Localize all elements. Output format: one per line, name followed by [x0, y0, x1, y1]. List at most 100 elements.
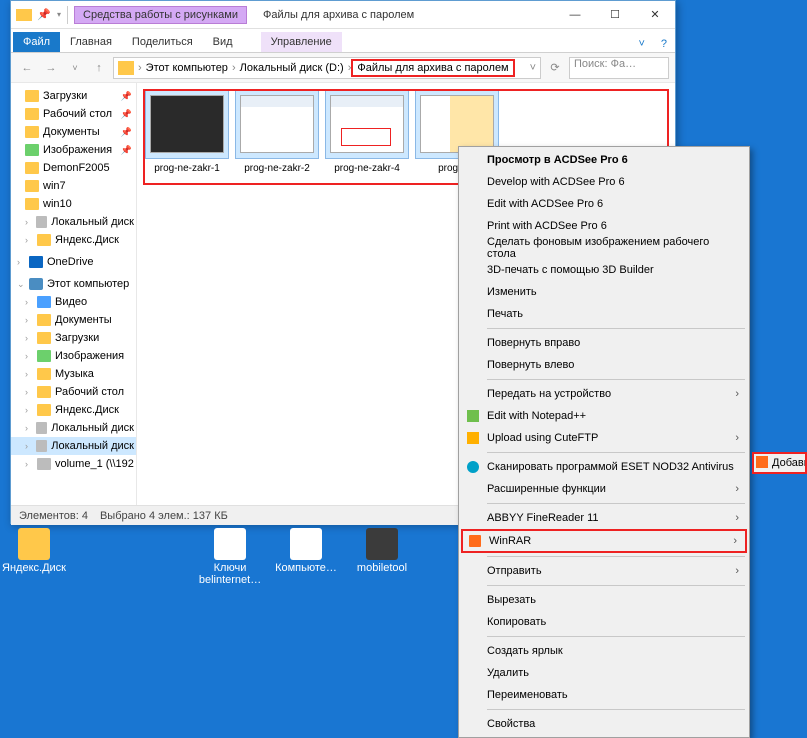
- chevron-right-icon: ›: [735, 388, 739, 400]
- forward-button[interactable]: →: [41, 58, 61, 78]
- ctx-rename[interactable]: Переименовать: [461, 684, 747, 706]
- back-button[interactable]: ←: [17, 58, 37, 78]
- close-button[interactable]: ✕: [635, 1, 675, 29]
- status-selected: Выбрано 4 элем.: 137 КБ: [100, 510, 228, 522]
- tree-desktop2[interactable]: ›Рабочий стол: [11, 383, 136, 401]
- tree-demon[interactable]: DemonF2005: [11, 159, 136, 177]
- eset-icon: [467, 461, 479, 473]
- ribbon-expand-icon[interactable]: ˅: [630, 36, 652, 52]
- tab-view[interactable]: Вид: [203, 32, 243, 52]
- address-bar: ← → ˅ ↑ › Этот компьютер › Локальный дис…: [11, 53, 675, 83]
- ribbon-tabs: Файл Главная Поделиться Вид Управление ˅…: [11, 29, 675, 53]
- notepadpp-icon: [467, 410, 479, 422]
- tree-documents2[interactable]: ›Документы: [11, 311, 136, 329]
- chevron-right-icon: ›: [735, 512, 739, 524]
- tree-thispc[interactable]: ⌄Этот компьютер: [11, 275, 136, 293]
- tree-localdisk[interactable]: ›Локальный диск: [11, 213, 136, 231]
- tree-pictures2[interactable]: ›Изображения: [11, 347, 136, 365]
- ctx-wallpaper[interactable]: Сделать фоновым изображением рабочего ст…: [461, 237, 747, 259]
- ctx-notepadpp[interactable]: Edit with Notepad++: [461, 405, 747, 427]
- ctx-cast[interactable]: Передать на устройство›: [461, 383, 747, 405]
- titlebar: 📌 ▾ Средства работы с рисунками Файлы дл…: [11, 1, 675, 29]
- chevron-right-icon: ›: [735, 565, 739, 577]
- cuteftp-icon: [467, 432, 479, 444]
- help-icon[interactable]: ?: [653, 36, 675, 52]
- ctx-shortcut[interactable]: Создать ярлык: [461, 640, 747, 662]
- tree-yandex2[interactable]: ›Яндекс.Диск: [11, 401, 136, 419]
- crumb-disk[interactable]: Локальный диск (D:): [236, 62, 348, 74]
- tree-downloads2[interactable]: ›Загрузки: [11, 329, 136, 347]
- refresh-button[interactable]: ⟳: [545, 58, 565, 78]
- ctx-print[interactable]: Печать: [461, 303, 747, 325]
- desktop-icons: Яндекс.Диск Ключи belinternet… Компьюте……: [6, 528, 410, 586]
- ctx-develop-acdsee[interactable]: Develop with ACDSee Pro 6: [461, 171, 747, 193]
- chevron-right-icon: ›: [733, 535, 737, 547]
- tree-localdisk3[interactable]: ›Локальный диск: [11, 437, 136, 455]
- ctx-ext-funcs[interactable]: Расширенные функции›: [461, 478, 747, 500]
- ctx-properties[interactable]: Свойства: [461, 713, 747, 735]
- qat-dropdown-icon[interactable]: ▾: [55, 10, 61, 19]
- up-button[interactable]: ↑: [89, 58, 109, 78]
- maximize-button[interactable]: ☐: [595, 1, 635, 29]
- window-title: Файлы для архива с паролем: [251, 9, 414, 21]
- desktop-icon-keys[interactable]: Ключи belinternet…: [202, 528, 258, 586]
- tree-win10[interactable]: win10: [11, 195, 136, 213]
- tab-file[interactable]: Файл: [13, 32, 60, 52]
- desktop-icon-computers[interactable]: Компьюте…: [278, 528, 334, 586]
- tab-share[interactable]: Поделиться: [122, 32, 203, 52]
- contextual-tab-label: Средства работы с рисунками: [74, 6, 247, 24]
- tree-localdisk2[interactable]: ›Локальный диск: [11, 419, 136, 437]
- tree-music[interactable]: ›Музыка: [11, 365, 136, 383]
- tree-pictures[interactable]: Изображения📌: [11, 141, 136, 159]
- qat-pin-icon[interactable]: 📌: [35, 6, 53, 24]
- desktop-icon-yandex[interactable]: Яндекс.Диск: [6, 528, 62, 586]
- ctx-rotate-right[interactable]: Повернуть вправо: [461, 332, 747, 354]
- crumb-pc[interactable]: Этот компьютер: [142, 62, 232, 74]
- ctx-view-acdsee[interactable]: Просмотр в ACDSee Pro 6: [461, 149, 747, 171]
- winrar-submenu-item[interactable]: Добави: [752, 452, 807, 474]
- crumb-current[interactable]: Файлы для архива с паролем: [351, 59, 514, 77]
- file-item-1[interactable]: prog-ne-zakr-1: [143, 89, 231, 174]
- tab-home[interactable]: Главная: [60, 32, 122, 52]
- folder-icon[interactable]: [15, 6, 33, 24]
- ctx-eset[interactable]: Сканировать программой ESET NOD32 Antivi…: [461, 456, 747, 478]
- path-folder-icon: [118, 61, 134, 75]
- breadcrumb[interactable]: › Этот компьютер › Локальный диск (D:) ›…: [113, 57, 541, 79]
- ctx-send-to[interactable]: Отправить›: [461, 560, 747, 582]
- ctx-copy[interactable]: Копировать: [461, 611, 747, 633]
- ctx-rotate-left[interactable]: Повернуть влево: [461, 354, 747, 376]
- tree-videos[interactable]: ›Видео: [11, 293, 136, 311]
- file-item-3[interactable]: prog-ne-zakr-4: [323, 89, 411, 174]
- file-item-2[interactable]: prog-ne-zakr-2: [233, 89, 321, 174]
- ctx-edit[interactable]: Изменить: [461, 281, 747, 303]
- tree-win7[interactable]: win7: [11, 177, 136, 195]
- tree-downloads[interactable]: Загрузки📌: [11, 87, 136, 105]
- winrar-icon: [469, 535, 481, 547]
- status-count: Элементов: 4: [19, 510, 88, 522]
- tab-manage[interactable]: Управление: [261, 32, 342, 52]
- winrar-icon: [756, 456, 768, 468]
- ctx-print-acdsee[interactable]: Print with ACDSee Pro 6: [461, 215, 747, 237]
- search-input[interactable]: Поиск: Фа…: [569, 57, 669, 79]
- file-label: prog-ne-zakr-2: [244, 159, 310, 174]
- tree-volume[interactable]: ›volume_1 (\\192: [11, 455, 136, 473]
- file-label: prog-ne-zakr-1: [154, 159, 220, 174]
- nav-tree[interactable]: Загрузки📌 Рабочий стол📌 Документы📌 Изобр…: [11, 83, 137, 505]
- tree-onedrive[interactable]: ›OneDrive: [11, 253, 136, 271]
- ctx-winrar[interactable]: WinRAR›: [461, 529, 747, 553]
- ctx-edit-acdsee[interactable]: Edit with ACDSee Pro 6: [461, 193, 747, 215]
- submenu-label: Добави: [772, 457, 807, 469]
- desktop-icon-mobiletool[interactable]: mobiletool: [354, 528, 410, 586]
- tree-desktop[interactable]: Рабочий стол📌: [11, 105, 136, 123]
- tree-documents[interactable]: Документы📌: [11, 123, 136, 141]
- minimize-button[interactable]: —: [555, 1, 595, 29]
- ctx-3dprint[interactable]: 3D-печать с помощью 3D Builder: [461, 259, 747, 281]
- ctx-cut[interactable]: Вырезать: [461, 589, 747, 611]
- recent-button[interactable]: ˅: [65, 58, 85, 78]
- ctx-abbyy[interactable]: ABBYY FineReader 11›: [461, 507, 747, 529]
- ctx-delete[interactable]: Удалить: [461, 662, 747, 684]
- tree-yandex[interactable]: ›Яндекс.Диск: [11, 231, 136, 249]
- ctx-cuteftp[interactable]: Upload using CuteFTP›: [461, 427, 747, 449]
- path-dropdown-icon[interactable]: ˅: [530, 62, 536, 74]
- chevron-right-icon: ›: [735, 483, 739, 495]
